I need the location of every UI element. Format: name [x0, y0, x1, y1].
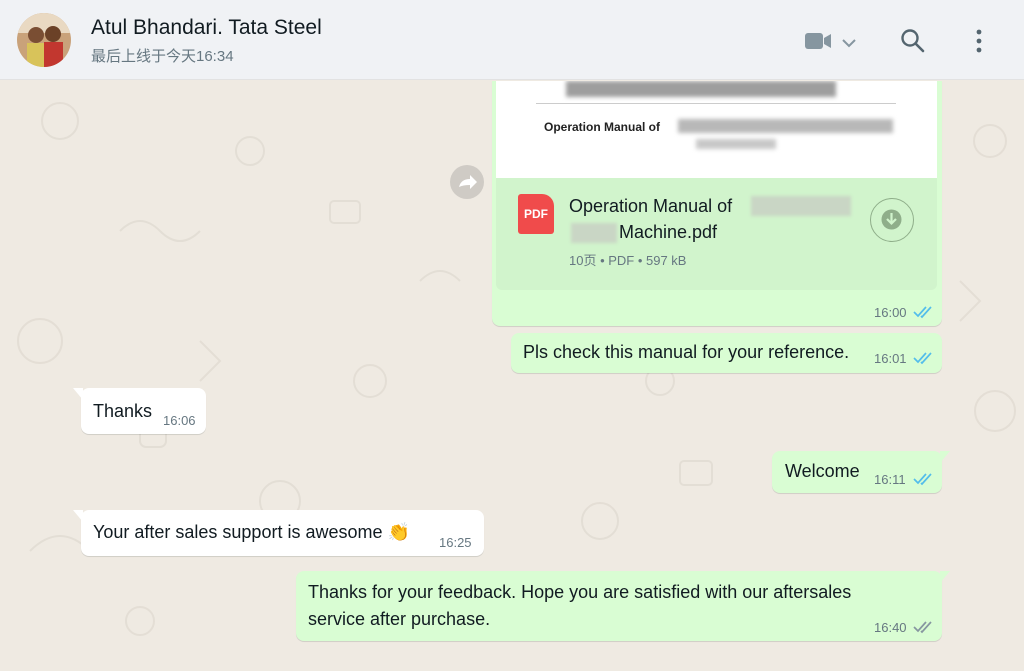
avatar[interactable] [17, 13, 71, 67]
message-text: Welcome [785, 461, 860, 481]
message-time: 16:00 [874, 305, 907, 320]
outgoing-message[interactable]: Welcome 16:11 [772, 451, 950, 493]
message-time: 16:11 [874, 472, 906, 487]
message-text: Your after sales support is awesome 👏 [93, 522, 410, 542]
bubble-tail [940, 571, 950, 583]
delivered-ticks-icon [913, 621, 932, 634]
document-filename-line2: Machine.pdf [619, 222, 718, 242]
download-icon [881, 209, 902, 230]
redaction [751, 196, 851, 216]
document-meta: 10页 • PDF • 597 kB [569, 253, 687, 268]
download-button[interactable] [870, 198, 914, 242]
read-ticks-icon [913, 352, 932, 365]
menu-icon[interactable] [974, 28, 984, 59]
document-message[interactable]: Operation Manual of PDF Operation Manual… [492, 81, 942, 326]
bubble-tail [73, 388, 83, 400]
pdf-file-icon: PDF [518, 194, 554, 234]
chat-header: Atul Bhandari. Tata Steel 最后上线于今天16:34 [0, 0, 1024, 80]
forward-icon [459, 175, 477, 189]
message-time: 16:25 [439, 535, 472, 550]
message-time: 16:01 [874, 351, 907, 366]
message-text-line1: Thanks for your feedback. Hope you are s… [308, 582, 852, 602]
bubble-tail [73, 510, 83, 522]
last-seen-status: 最后上线于今天16:34 [91, 48, 234, 65]
contact-name[interactable]: Atul Bhandari. Tata Steel [91, 16, 322, 40]
incoming-message[interactable]: Thanks 16:06 [73, 388, 206, 434]
document-card[interactable]: PDF Operation Manual of Machine.pdf 10页 … [496, 178, 937, 290]
message-time: 16:06 [163, 413, 196, 428]
redaction [571, 223, 617, 243]
message-text: Pls check this manual for your reference… [523, 342, 850, 362]
forward-button[interactable] [450, 165, 484, 199]
outgoing-message[interactable]: Pls check this manual for your reference… [511, 333, 942, 373]
search-icon[interactable] [900, 28, 926, 59]
message-text-line2: service after purchase. [308, 609, 491, 629]
outgoing-message[interactable]: Thanks for your feedback. Hope you are s… [296, 571, 950, 641]
incoming-message[interactable]: Your after sales support is awesome 👏 16… [73, 510, 484, 556]
preview-heading: Operation Manual of [544, 120, 661, 134]
message-time: 16:40 [874, 620, 907, 635]
chevron-down-icon[interactable] [841, 35, 857, 53]
read-ticks-icon [913, 473, 932, 486]
read-ticks-icon [913, 306, 932, 319]
bubble-tail [940, 451, 950, 463]
document-filename-line1: Operation Manual of [569, 196, 733, 216]
message-text: Thanks [93, 401, 153, 421]
video-call-icon[interactable] [804, 31, 832, 56]
chat-area[interactable]: Operation Manual of PDF Operation Manual… [0, 81, 1024, 671]
document-preview[interactable]: Operation Manual of [496, 81, 937, 178]
